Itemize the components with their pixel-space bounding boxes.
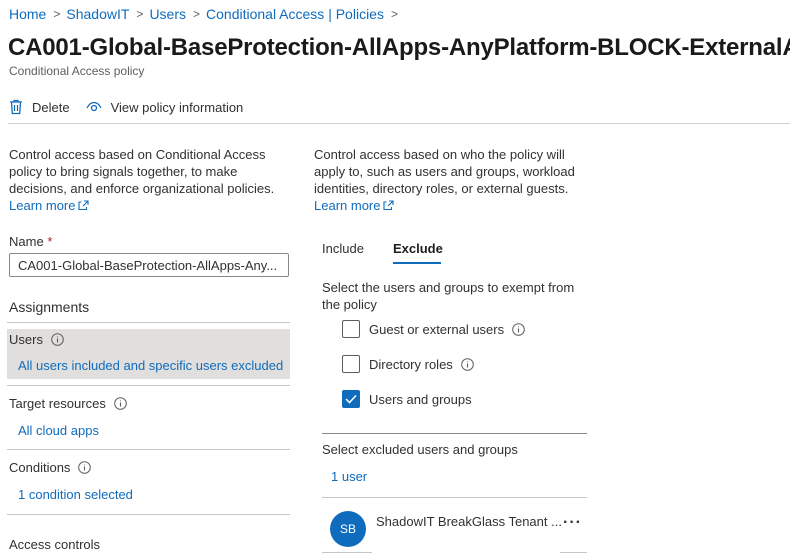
name-label-text: Name	[9, 234, 44, 249]
learn-more-label: Learn more	[9, 198, 76, 213]
chevron-right-icon: >	[53, 7, 61, 21]
users-title: Users	[9, 332, 64, 347]
divider	[322, 552, 372, 553]
users-and-groups-label: Users and groups	[369, 391, 472, 407]
policy-name-input[interactable]	[9, 253, 289, 277]
tab-exclude[interactable]: Exclude	[393, 241, 443, 256]
divider	[7, 449, 290, 450]
guest-external-users-option: Guest or external users	[342, 320, 525, 338]
guest-external-users-label: Guest or external users	[369, 321, 505, 337]
more-icon[interactable]: ···	[563, 514, 582, 532]
tab-include[interactable]: Include	[322, 241, 364, 256]
right-learn-more-link[interactable]: Learn more	[314, 198, 395, 213]
users-and-groups-checkbox[interactable]	[342, 390, 360, 408]
page-title: CA001-Global-BaseProtection-AllApps-AnyP…	[8, 34, 790, 61]
left-description: Control access based on Conditional Acce…	[9, 146, 284, 214]
assignments-header: Assignments	[9, 299, 90, 315]
divider	[322, 433, 587, 434]
conditions-value-link[interactable]: 1 condition selected	[18, 487, 133, 502]
divider	[7, 514, 290, 515]
breadcrumb-shadowit[interactable]: ShadowIT	[66, 6, 129, 22]
exclude-description: Select the users and groups to exempt fr…	[322, 280, 575, 312]
toolbar: Delete View policy information	[9, 96, 243, 118]
directory-roles-checkbox[interactable]	[342, 355, 360, 373]
selected-user-name: ShadowIT BreakGlass Tenant ...	[376, 514, 562, 529]
breadcrumb-users[interactable]: Users	[149, 6, 186, 22]
conditions-title-text: Conditions	[9, 460, 71, 475]
divider	[7, 322, 290, 323]
info-icon[interactable]	[51, 333, 64, 346]
target-resources-title-text: Target resources	[9, 396, 106, 411]
divider	[7, 385, 290, 386]
divider	[560, 552, 587, 553]
left-description-text: Control access based on Conditional Acce…	[9, 147, 275, 196]
trash-icon	[10, 99, 22, 115]
eye-icon	[85, 101, 102, 112]
toolbar-divider	[8, 123, 790, 124]
name-label: Name *	[9, 234, 52, 249]
delete-button[interactable]: Delete	[9, 99, 70, 115]
external-link-icon	[383, 200, 395, 211]
right-description-text: Control access based on who the policy w…	[314, 147, 575, 196]
checkmark-icon	[345, 394, 357, 404]
access-controls-title: Access controls	[9, 537, 101, 552]
external-link-icon	[78, 200, 90, 211]
conditions-title: Conditions	[9, 460, 92, 475]
info-icon[interactable]	[512, 322, 525, 336]
delete-label: Delete	[32, 99, 70, 115]
directory-roles-option: Directory roles	[342, 355, 474, 373]
breadcrumb-policies[interactable]: Conditional Access | Policies	[206, 6, 384, 22]
info-icon[interactable]	[460, 357, 474, 371]
left-learn-more-link[interactable]: Learn more	[9, 198, 90, 213]
chevron-right-icon: >	[136, 7, 144, 21]
users-title-text: Users	[9, 332, 43, 347]
view-policy-info-button[interactable]: View policy information	[85, 99, 244, 115]
users-value-link[interactable]: All users included and specific users ex…	[18, 358, 283, 373]
avatar: SB	[330, 511, 366, 547]
directory-roles-label: Directory roles	[369, 356, 453, 372]
view-policy-info-label: View policy information	[110, 99, 244, 115]
breadcrumb-home[interactable]: Home	[9, 6, 46, 22]
chevron-right-icon: >	[193, 7, 201, 21]
divider	[322, 497, 587, 498]
breadcrumb: Home > ShadowIT > Users > Conditional Ac…	[9, 5, 404, 23]
excluded-users-count-link[interactable]: 1 user	[331, 469, 367, 484]
learn-more-label: Learn more	[314, 198, 381, 213]
users-and-groups-option: Users and groups	[342, 390, 472, 408]
required-marker: *	[47, 234, 53, 249]
chevron-right-icon: >	[390, 7, 398, 21]
select-excluded-title: Select excluded users and groups	[322, 442, 518, 457]
info-icon[interactable]	[114, 397, 127, 410]
target-resources-value-link[interactable]: All cloud apps	[18, 423, 99, 438]
guest-external-users-checkbox[interactable]	[342, 320, 360, 338]
target-resources-title: Target resources	[9, 396, 127, 411]
right-description: Control access based on who the policy w…	[314, 146, 589, 214]
info-icon[interactable]	[78, 461, 92, 474]
active-tab-indicator	[393, 262, 441, 264]
page-subtitle: Conditional Access policy	[9, 64, 145, 78]
